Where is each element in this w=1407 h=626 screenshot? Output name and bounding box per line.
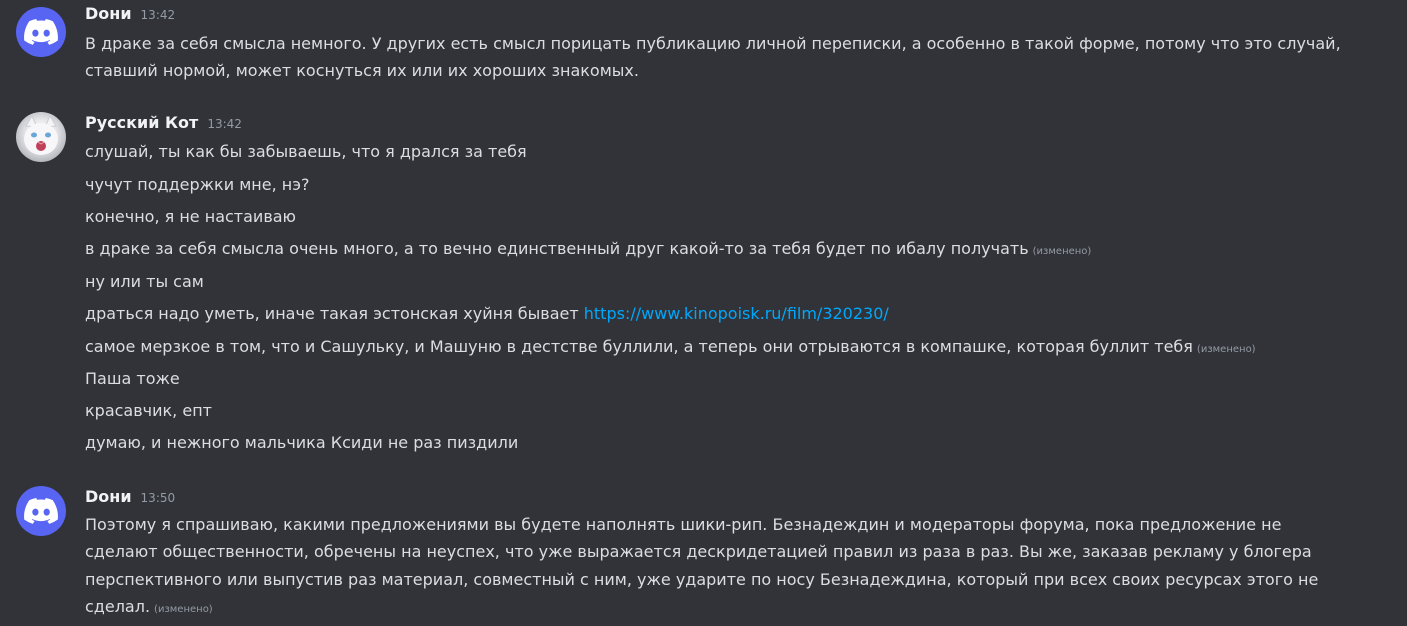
timestamp[interactable]: 13:50 bbox=[141, 491, 176, 505]
white-cat-avatar-icon[interactable] bbox=[16, 112, 66, 162]
discord-logo-icon bbox=[24, 19, 58, 45]
kinopoisk-link[interactable]: https://www.kinopoisk.ru/film/320230/ bbox=[584, 304, 889, 323]
message-text: чучут поддержки мне, нэ? bbox=[85, 175, 310, 194]
message-text: самое мерзкое в том, что и Сашульку, и М… bbox=[85, 333, 1256, 363]
message-text: в драке за себя смысла очень много, а то… bbox=[85, 235, 1091, 265]
message-text: красавчик, епт bbox=[85, 401, 212, 420]
author-name[interactable]: Dони bbox=[85, 4, 132, 23]
message-text: В драке за себя смысла немного. У других… bbox=[85, 34, 1341, 53]
timestamp[interactable]: 13:42 bbox=[141, 8, 176, 22]
edited-label[interactable]: (изменено) bbox=[1033, 246, 1092, 257]
message-text: сделают общественности, обречены на неус… bbox=[85, 542, 1312, 561]
message-text: думаю, и нежного мальчика Ксиди не раз п… bbox=[85, 433, 519, 452]
message-text: ставший нормой, может коснуться их или и… bbox=[85, 61, 639, 80]
discord-logo-icon bbox=[24, 498, 58, 524]
message-text: Паша тоже bbox=[85, 369, 180, 388]
discord-logo-icon[interactable] bbox=[16, 7, 66, 57]
message-header: Dони 13:42 bbox=[85, 4, 175, 26]
message-text: слушай, ты как бы забываешь, что я дралс… bbox=[85, 142, 527, 161]
message-text: конечно, я не настаиваю bbox=[85, 207, 297, 226]
message-header: Русский Кот 13:42 bbox=[85, 113, 242, 135]
message-text: сделал. (изменено) bbox=[85, 593, 213, 623]
message-text-content: сделал. bbox=[85, 597, 151, 616]
message-text: перспективного или выпустив раз материал… bbox=[85, 570, 1319, 589]
discord-logo-icon[interactable] bbox=[16, 486, 66, 536]
edited-label[interactable]: (изменено) bbox=[154, 604, 213, 615]
message-text: Поэтому я спрашиваю, какими предложениям… bbox=[85, 515, 1282, 534]
timestamp[interactable]: 13:42 bbox=[207, 117, 242, 131]
author-name[interactable]: Dони bbox=[85, 487, 132, 506]
author-name[interactable]: Русский Кот bbox=[85, 113, 198, 132]
message-header: Dони 13:50 bbox=[85, 487, 175, 509]
message-text: драться надо уметь, иначе такая эстонска… bbox=[85, 300, 889, 327]
edited-label[interactable]: (изменено) bbox=[1197, 344, 1256, 355]
white-cat-avatar-icon bbox=[24, 114, 58, 155]
message-text-content: самое мерзкое в том, что и Сашульку, и М… bbox=[85, 337, 1193, 356]
message-text-content: в драке за себя смысла очень много, а то… bbox=[85, 239, 1029, 258]
chat-message-list: Dони 13:42 В драке за себя смысла немног… bbox=[0, 0, 1407, 626]
message-text-content: драться надо уметь, иначе такая эстонска… bbox=[85, 304, 579, 323]
message-text: ну или ты сам bbox=[85, 272, 204, 291]
